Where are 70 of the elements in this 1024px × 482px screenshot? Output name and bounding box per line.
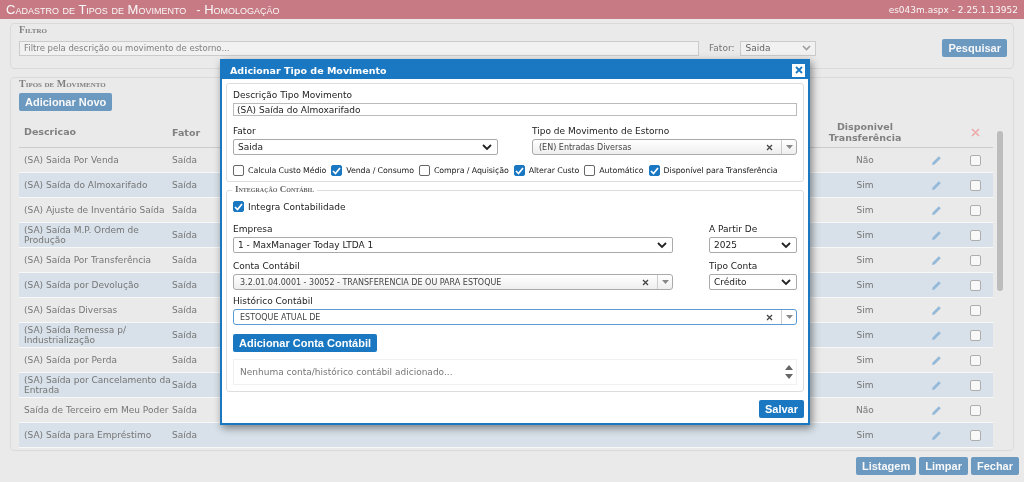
year-select[interactable]: 2025 bbox=[709, 237, 797, 253]
environment-label: - Homologação bbox=[196, 2, 280, 17]
table-cell-text: Sim bbox=[855, 254, 875, 266]
table-cell-text: Sim bbox=[855, 279, 875, 291]
field-label: Empresa bbox=[233, 224, 274, 234]
fator-label: Fator: bbox=[709, 43, 735, 53]
field-label: Descrição Tipo Movimento bbox=[233, 90, 354, 100]
field-label: Tipo de Movimento de Estorno bbox=[532, 126, 671, 136]
version-label: es043m.aspx - 2.25.1.13952 bbox=[888, 4, 1018, 15]
table-cell-text: Sim bbox=[855, 354, 875, 366]
table-cell-text: (SA) Saídas Diversas bbox=[23, 304, 119, 316]
dialog-title: Adicionar Tipo de Movimento bbox=[230, 64, 387, 76]
account-type-select[interactable]: Crédito bbox=[709, 274, 797, 290]
save-button[interactable]: Salvar bbox=[758, 400, 804, 418]
table-cell-text: (SA) Saída por Cancelamento da Entrada bbox=[23, 374, 172, 396]
table-cell-text: Saída bbox=[172, 230, 198, 240]
table-cell-text: Saída bbox=[172, 330, 198, 340]
table-cell-text: Sim bbox=[855, 329, 875, 341]
column-header: Disponivel Transferência bbox=[827, 120, 903, 144]
field-label: Tipo Conta bbox=[709, 261, 759, 271]
table-cell-text: (SA) Saída para Empréstimo bbox=[23, 429, 153, 441]
page-title: Cadastro de Tipos de Movimento bbox=[6, 2, 187, 17]
table-cell-text: Sim bbox=[855, 179, 875, 191]
table-cell-text: Não bbox=[855, 154, 875, 166]
column-header: Descricao bbox=[23, 126, 78, 138]
checkbox-label: Integra Contabilidade bbox=[248, 201, 346, 212]
table-cell-text: Saída bbox=[172, 155, 198, 165]
table-cell-text: Saída bbox=[172, 255, 198, 265]
empty-list-text: Nenhuma conta/histórico contábil adicionado... bbox=[240, 367, 453, 377]
table-cell-text: Sim bbox=[855, 229, 875, 241]
filter-legend: Filtro bbox=[19, 24, 1005, 35]
table-cell-text: Saída bbox=[172, 205, 198, 215]
table-cell-text: Saída de Terceiro em Meu Poder bbox=[23, 404, 170, 416]
table-row[interactable]: (SA) Saída para Empréstimo Saída Sim bbox=[19, 423, 993, 448]
empresa-select[interactable]: 1 - MaxManager Today LTDA 1 bbox=[233, 237, 673, 253]
table-cell-text: Saída bbox=[172, 305, 198, 315]
account-select[interactable]: 3.2.01.04.0001 - 30052 - TRANSFERENCIA DE OU PARA ESTOQUE bbox=[233, 274, 673, 290]
table-cell-text: Sim bbox=[855, 379, 875, 391]
field-label: Conta Contábil bbox=[233, 261, 301, 271]
table-cell-text: (SA) Saída M.P. Ordem de Produção bbox=[23, 224, 140, 246]
description-field[interactable]: (SA) Saída do Almoxarifado bbox=[233, 103, 797, 116]
table-cell-text: Sim bbox=[855, 204, 875, 216]
column-header: Fator bbox=[172, 126, 202, 138]
table-cell-text: (SA) Saída por Perda bbox=[23, 354, 118, 366]
table-cell-text: (SA) Saída Por Transferência bbox=[23, 254, 153, 266]
table-cell-text: (SA) Ajuste de Inventário Saída bbox=[23, 204, 166, 216]
table-cell-text: Saída bbox=[172, 355, 198, 365]
table-cell-text: Saída bbox=[172, 280, 198, 290]
table-cell-text: Saída bbox=[172, 405, 198, 415]
search-field[interactable]: Filtre pela descrição ou movimento de estorno... bbox=[19, 40, 699, 56]
table-cell-text: (SA) Saída do Almoxarifado bbox=[23, 179, 149, 191]
table-cell-text: (SA) Saída por Devolução bbox=[23, 279, 140, 291]
table-cell-text: (SA) Saída Remessa p/ Industrialização bbox=[23, 324, 127, 346]
table-cell-text: Saída bbox=[172, 430, 198, 440]
integration-legend: Integração Contábil bbox=[232, 184, 317, 194]
table-cell-text: (SA) Saida Por Venda bbox=[23, 154, 120, 166]
table-cell-text: Saída bbox=[172, 380, 198, 390]
fator-select[interactable]: Saida bbox=[740, 40, 817, 56]
table-cell-text: Saída bbox=[172, 180, 198, 190]
estorno-select[interactable]: (EN) Entradas Diversas bbox=[532, 139, 797, 155]
history-select[interactable]: ESTOQUE ATUAL DE bbox=[233, 309, 797, 325]
table-cell-text: Sim bbox=[855, 304, 875, 316]
field-label: A Partir De bbox=[709, 224, 759, 234]
fator-select[interactable]: Saida bbox=[233, 139, 498, 155]
field-label: Fator bbox=[233, 126, 257, 136]
list-legend: Tipos de Movimento bbox=[19, 78, 1005, 89]
table-cell-text: Não bbox=[855, 404, 875, 416]
add-account-button[interactable]: Adicionar Conta Contábil bbox=[233, 334, 377, 352]
table-cell-text: Sim bbox=[855, 429, 875, 441]
field-label: Histórico Contábil bbox=[233, 296, 314, 306]
